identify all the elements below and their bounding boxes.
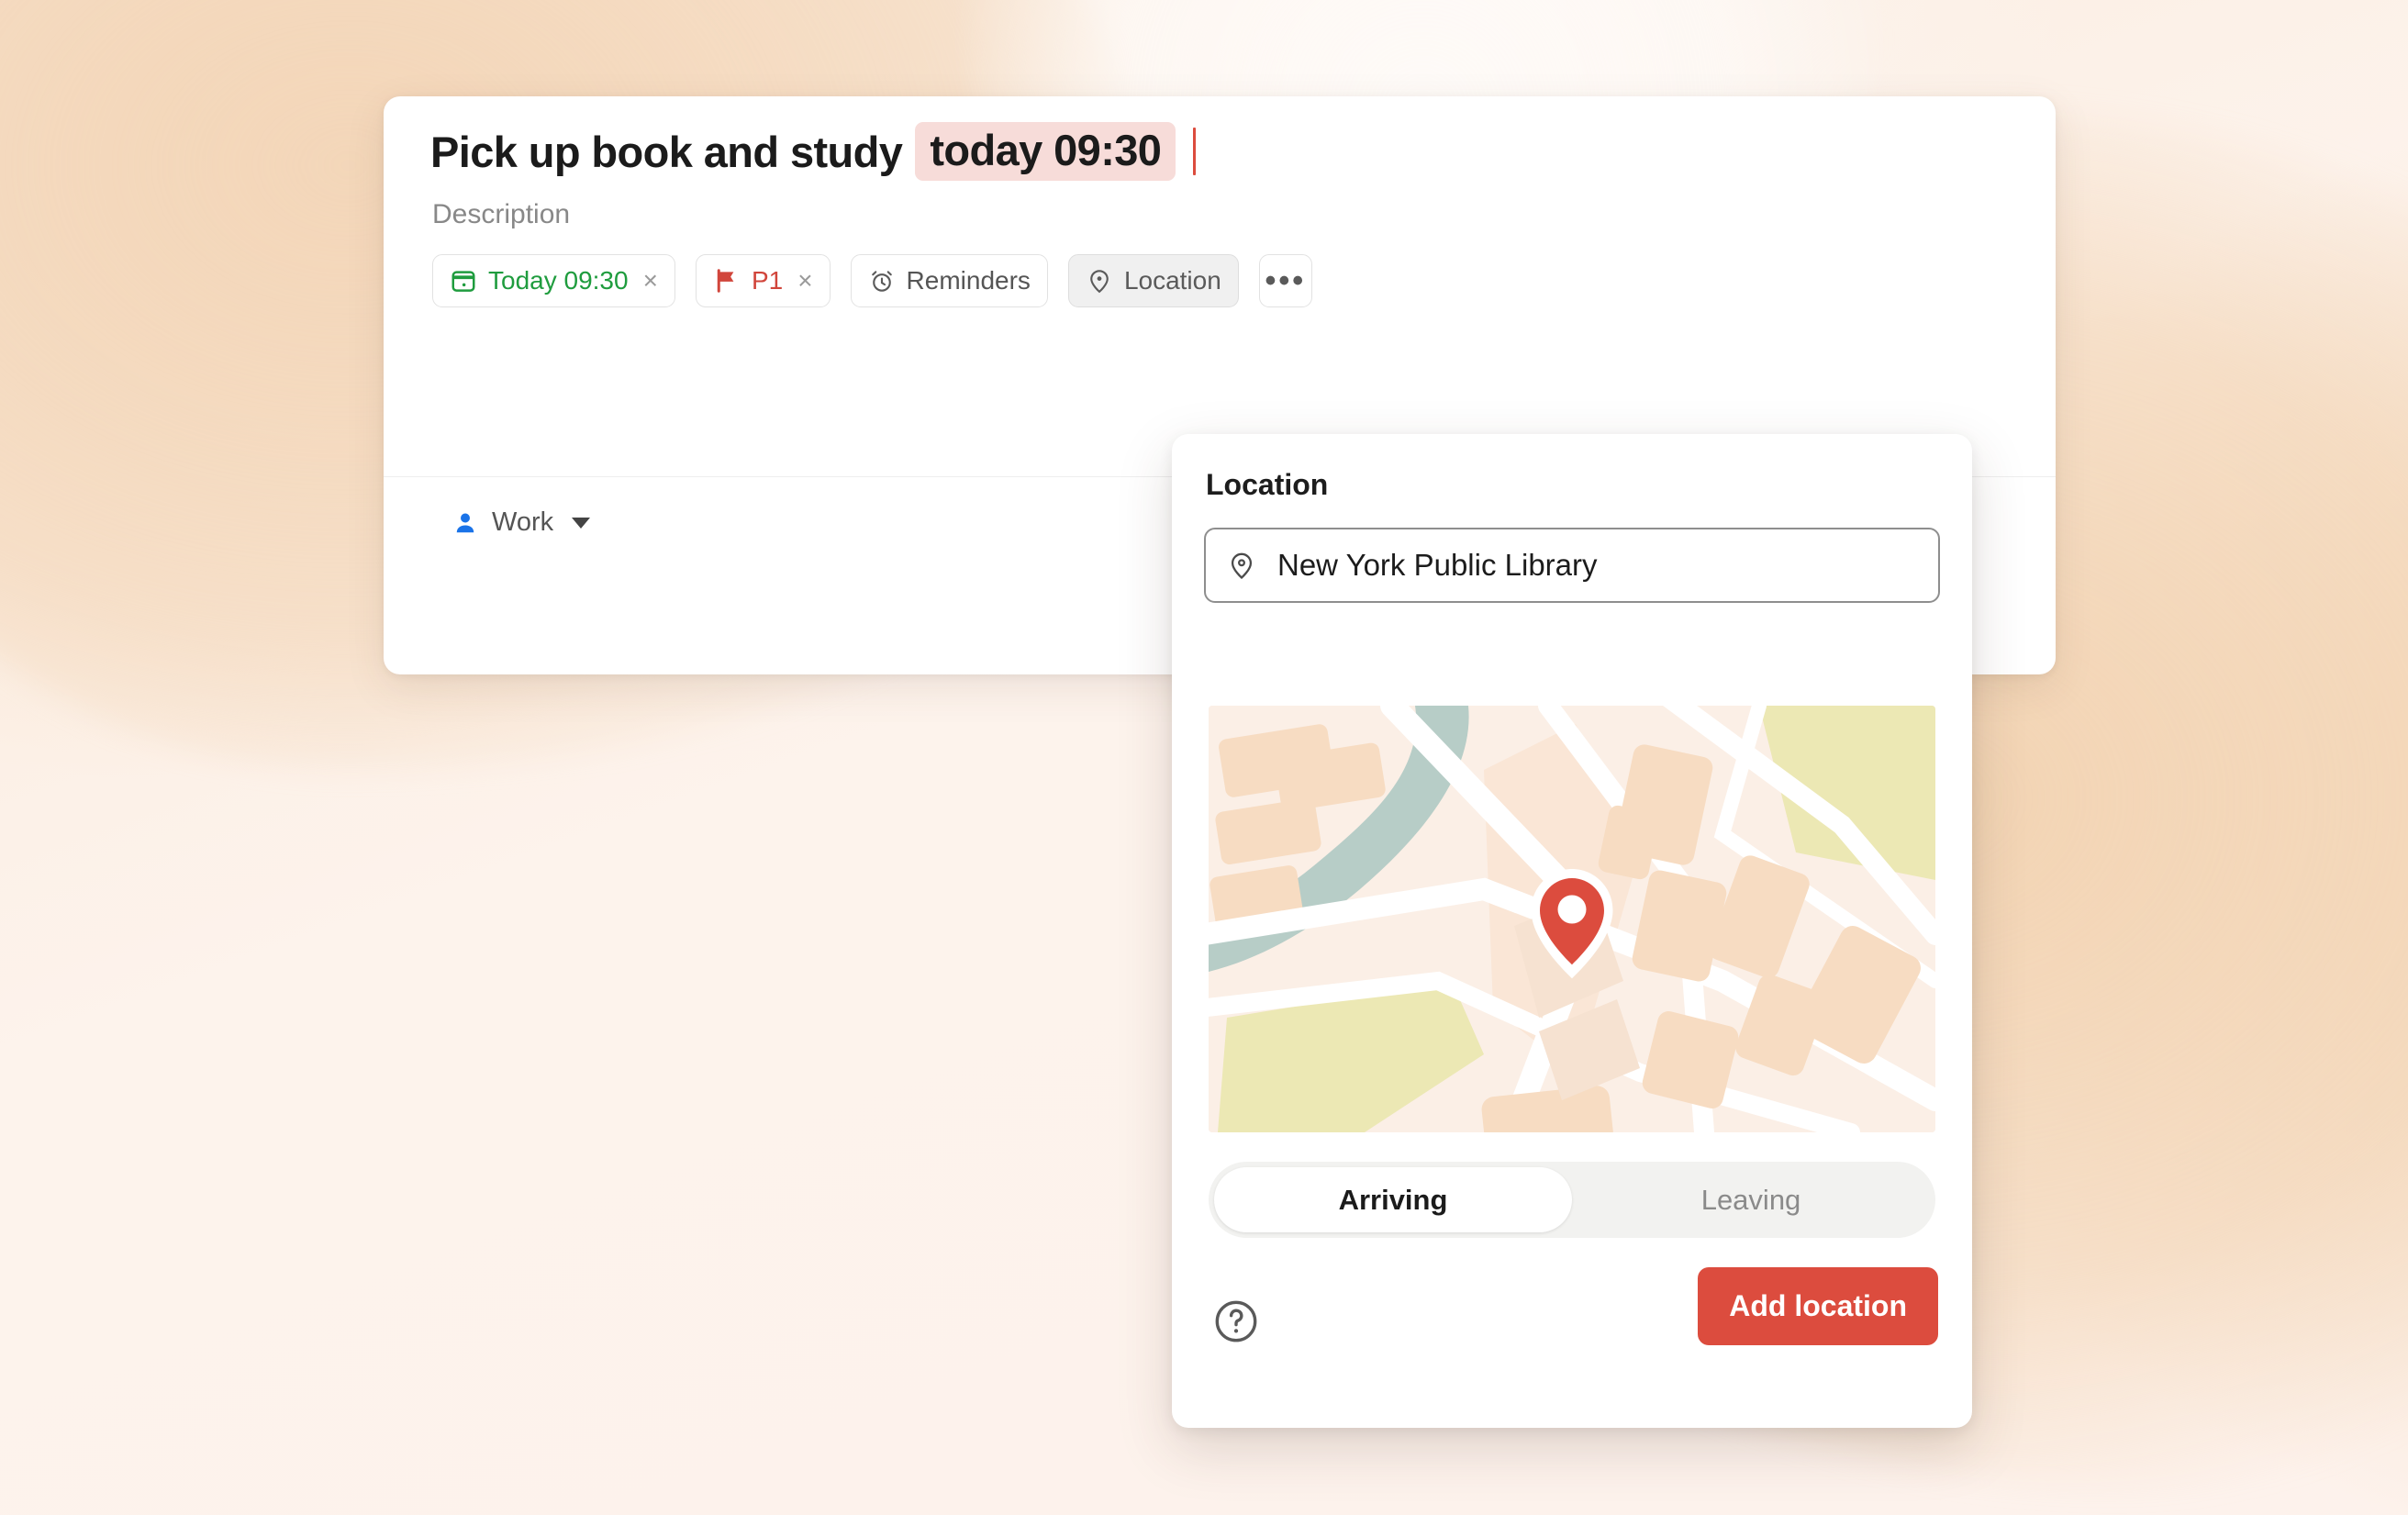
chip-priority[interactable]: P1 × — [695, 254, 831, 307]
chip-location-label: Location — [1123, 266, 1221, 295]
chip-date-remove[interactable]: × — [643, 268, 658, 294]
chip-priority-label: P1 — [751, 266, 784, 295]
assignee-selector[interactable]: Work — [452, 507, 591, 538]
segment-leaving[interactable]: Leaving — [1572, 1167, 1930, 1232]
map-pin-outline-icon — [1226, 550, 1257, 581]
flag-icon — [713, 267, 741, 295]
chip-reminders[interactable]: Reminders — [850, 254, 1048, 307]
add-location-button[interactable]: Add location — [1698, 1267, 1938, 1345]
segment-arriving[interactable]: Arriving — [1214, 1167, 1572, 1232]
map-pin-icon — [1086, 267, 1113, 295]
alarm-clock-icon — [868, 267, 896, 295]
task-description-input[interactable]: Description — [432, 199, 570, 230]
popup-title: Location — [1206, 468, 1329, 501]
task-title[interactable]: Pick up book and study today 09:30 — [430, 122, 1197, 181]
text-cursor — [1193, 128, 1197, 175]
map-illustration — [1209, 706, 1935, 1132]
more-options-button[interactable]: ••• — [1258, 254, 1312, 307]
chip-date-label: Today 09:30 — [488, 266, 629, 295]
chevron-down-icon — [572, 517, 591, 529]
task-title-text: Pick up book and study — [430, 127, 903, 176]
task-title-date-token: today 09:30 — [915, 122, 1176, 181]
help-circle-icon[interactable] — [1211, 1297, 1261, 1346]
trigger-type-segmented-control: Arriving Leaving — [1209, 1162, 1935, 1238]
chip-location[interactable]: Location — [1067, 254, 1239, 307]
location-search-input[interactable]: New York Public Library — [1204, 528, 1940, 603]
task-attribute-chips: Today 09:30 × P1 × Reminders Location ••… — [432, 254, 1312, 307]
assignee-label: Work — [492, 507, 554, 537]
chip-reminders-label: Reminders — [906, 266, 1031, 295]
calendar-icon — [450, 267, 477, 295]
chip-date[interactable]: Today 09:30 × — [432, 254, 675, 307]
person-icon — [452, 509, 479, 537]
chip-priority-remove[interactable]: × — [797, 268, 812, 294]
map-preview[interactable] — [1209, 706, 1935, 1132]
location-search-value: New York Public Library — [1277, 548, 1598, 582]
location-popup: Location New York Public Library Arrivin… — [1172, 434, 1972, 1428]
